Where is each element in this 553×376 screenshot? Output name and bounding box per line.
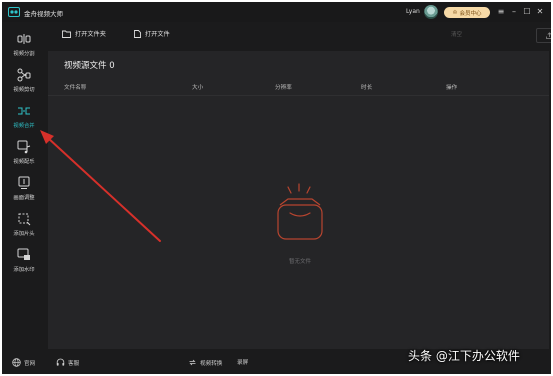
screen-record-link[interactable]: 录屏 — [237, 358, 248, 366]
export-icon — [546, 32, 551, 39]
crown-icon: ♔ — [452, 9, 458, 16]
add-watermark-icon — [17, 248, 30, 260]
video-merge-icon — [18, 107, 30, 115]
headset-icon — [56, 358, 65, 366]
website-link[interactable]: 官网 — [12, 358, 35, 367]
column-header-size: 大小 — [192, 85, 204, 91]
member-center-label: 会员中心 — [459, 10, 482, 17]
header-divider — [48, 95, 549, 96]
maximize-icon[interactable]: ☐ — [522, 6, 532, 18]
globe-icon — [12, 358, 21, 367]
sidebar-item-label: 添加片头 — [13, 231, 35, 237]
minimize-icon[interactable]: – — [509, 6, 519, 18]
toolbar: 打开文件夹 打开文件 清空 导出 — [46, 22, 551, 47]
clear-button[interactable]: 清空 — [451, 30, 462, 38]
sidebar-item-video-cut[interactable]: 视频剪切 — [2, 66, 46, 96]
column-header-duration: 时长 — [361, 85, 373, 91]
sidebar-item-label: 视频分割 — [13, 51, 35, 57]
export-button[interactable]: 导出 — [536, 28, 551, 43]
video-split-icon — [17, 34, 31, 44]
member-center-button[interactable]: ♔ 会员中心 — [444, 7, 490, 18]
support-label: 客服 — [68, 360, 80, 367]
column-header-name: 文件名称 — [64, 85, 87, 91]
sidebar-item-label: 视频剪切 — [13, 87, 35, 93]
open-file-label: 打开文件 — [145, 31, 170, 38]
file-icon — [134, 29, 141, 38]
user-name[interactable]: Lyan — [406, 8, 420, 15]
add-intro-icon — [18, 213, 31, 226]
empty-box-icon — [277, 183, 323, 240]
website-label: 官网 — [24, 360, 36, 367]
file-list-panel: 视频源文件 0 文件名称 大小 分辨率 时长 操作 暂无文件 — [48, 51, 549, 349]
video-convert-link[interactable]: 视频转换 — [188, 358, 222, 367]
sidebar-item-add-watermark[interactable]: 添加水印 — [2, 246, 46, 276]
column-header-resolution: 分辨率 — [275, 85, 292, 91]
sidebar-item-video-merge[interactable]: 视频合并 — [2, 102, 46, 132]
sidebar-item-label: 画面调整 — [13, 195, 35, 201]
sidebar-item-add-intro[interactable]: 添加片头 — [2, 210, 46, 240]
column-header-action: 操作 — [446, 85, 458, 91]
support-link[interactable]: 客服 — [56, 358, 79, 367]
sidebar-item-label: 视频合并 — [13, 123, 35, 129]
video-cut-icon — [17, 68, 31, 82]
sidebar-item-label: 视频配乐 — [13, 159, 35, 165]
sidebar-item-picture-adjust[interactable]: 画面调整 — [2, 174, 46, 204]
avatar[interactable] — [424, 5, 438, 19]
picture-adjust-icon — [18, 176, 30, 189]
video-music-icon — [17, 140, 31, 154]
menu-icon[interactable]: ≡ — [496, 6, 506, 18]
open-file-button[interactable]: 打开文件 — [134, 29, 170, 38]
app-window: 金舟视频大师 Lyan ♔ 会员中心 ≡ – ☐ ✕ 视频分割 视频剪切 视频合… — [2, 2, 551, 374]
folder-icon — [62, 30, 71, 38]
title-bar: 金舟视频大师 Lyan ♔ 会员中心 ≡ – ☐ ✕ — [2, 2, 551, 22]
sidebar-item-video-music[interactable]: 视频配乐 — [2, 138, 46, 168]
sidebar-item-video-split[interactable]: 视频分割 — [2, 30, 46, 60]
sidebar-item-label: 添加水印 — [13, 267, 35, 273]
convert-icon — [189, 359, 196, 366]
open-folder-label: 打开文件夹 — [75, 31, 106, 38]
panel-title: 视频源文件 0 — [64, 61, 115, 71]
open-folder-button[interactable]: 打开文件夹 — [62, 29, 106, 38]
sidebar: 视频分割 视频剪切 视频合并 视频配乐 画面调整 添加片头 添加水印 — [2, 22, 46, 350]
watermark-text: 头条 @江下办公软件 — [408, 349, 520, 363]
empty-state-text: 暂无文件 — [288, 259, 311, 265]
app-logo-icon — [8, 7, 20, 17]
app-title: 金舟视频大师 — [24, 10, 63, 18]
video-convert-label: 视频转换 — [200, 360, 223, 367]
close-icon[interactable]: ✕ — [535, 6, 545, 18]
